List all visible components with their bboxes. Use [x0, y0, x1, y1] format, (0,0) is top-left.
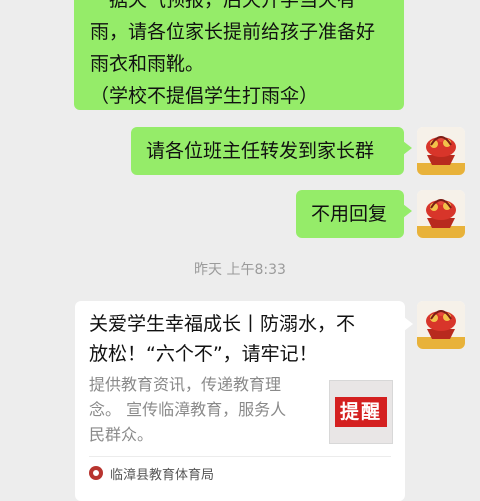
- avatar[interactable]: [417, 127, 465, 175]
- flower-basket-icon: [417, 190, 465, 238]
- source-logo-icon: [89, 466, 103, 480]
- message-line: 雨衣和雨靴。: [90, 53, 205, 75]
- thumbnail-text: 提醒: [335, 397, 387, 427]
- message-text: 请各位班主任转发到家长群: [146, 140, 375, 162]
- article-desc-line: 提供教育资讯，传递教育理: [89, 375, 282, 394]
- card-divider: [89, 456, 391, 457]
- article-title-line: 放松！“六个不”，请牢记！: [89, 343, 318, 365]
- flower-basket-icon: [417, 127, 465, 175]
- article-desc-line: 民群众。: [89, 425, 154, 444]
- article-title-line: 关爱学生幸福成长丨防溺水，不: [89, 313, 356, 335]
- article-thumbnail: 提醒: [329, 380, 393, 444]
- avatar[interactable]: [417, 190, 465, 238]
- article-card[interactable]: 关爱学生幸福成长丨防溺水，不 放松！“六个不”，请牢记！ 提供教育资讯，传递教育…: [75, 301, 413, 501]
- article-source: 临漳县教育体育局: [89, 463, 214, 483]
- message-bubble-no-reply[interactable]: 不用回复: [296, 190, 412, 238]
- flower-basket-icon: [417, 301, 465, 349]
- message-bubble-forward-request[interactable]: 请各位班主任转发到家长群: [131, 127, 412, 175]
- message-line: （学校不提倡学生打雨伞）: [90, 85, 319, 107]
- message-timestamp: 昨天 上午8:33: [194, 262, 286, 278]
- message-text: 不用回复: [311, 203, 388, 225]
- article-description: 提供教育资讯，传递教育理 念。 宣传临漳教育，服务人 民群众。: [89, 372, 314, 447]
- article-title: 关爱学生幸福成长丨防溺水，不 放松！“六个不”，请牢记！: [89, 309, 389, 369]
- avatar[interactable]: [417, 301, 465, 349]
- message-bubble-rain-notice[interactable]: 一据天气预报，后天开学当天有 雨，请各位家长提前给孩子准备好 雨衣和雨靴。 （学…: [74, 0, 404, 110]
- message-line: 一据天气预报，后天开学当天有: [90, 0, 357, 11]
- message-line: 雨，请各位家长提前给孩子准备好: [90, 21, 376, 43]
- article-desc-line: 念。 宣传临漳教育，服务人: [89, 400, 287, 419]
